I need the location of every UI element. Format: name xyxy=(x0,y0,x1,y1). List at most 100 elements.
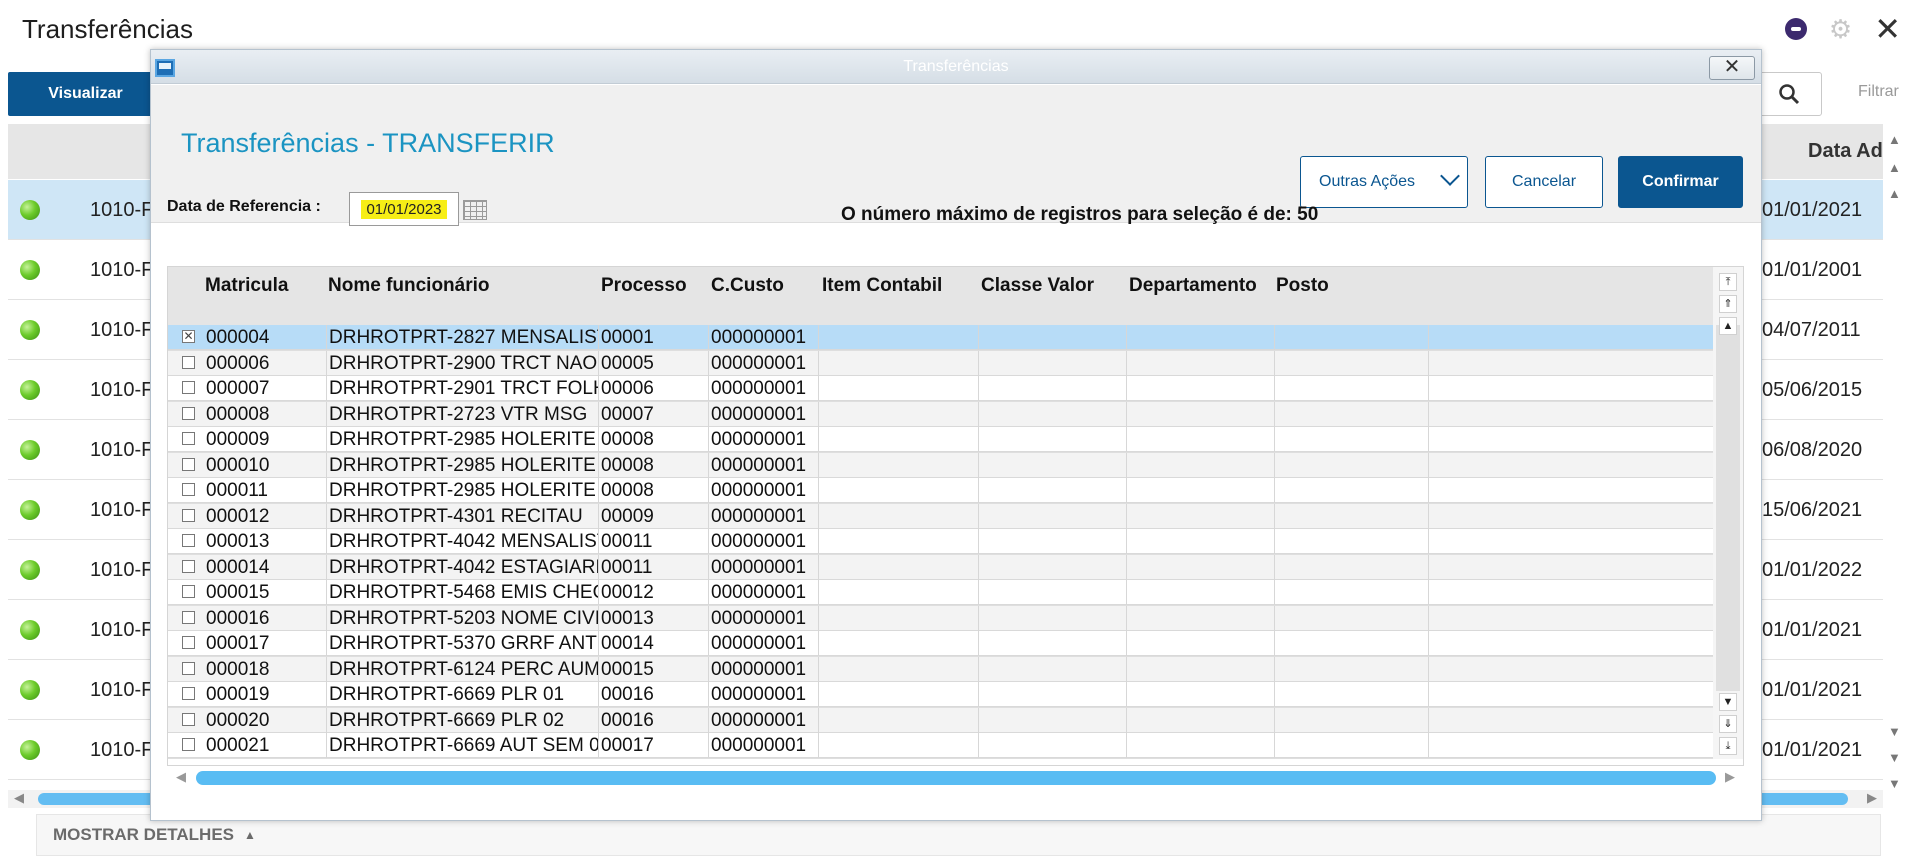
scroll-down-icon[interactable]: ▼ xyxy=(1888,724,1901,739)
grid-horizontal-scrollbar[interactable]: ◀ ▶ xyxy=(168,767,1745,787)
scroll-page-down-icon[interactable]: ▼ xyxy=(1888,750,1901,765)
grid-scroll-left-icon[interactable]: ◀ xyxy=(176,769,186,785)
table-row[interactable]: ✕ 000004 DRHROTPRT-2827 MENSALISTA 00001 000… xyxy=(168,325,1713,350)
user-badge-icon[interactable] xyxy=(1784,18,1807,40)
row-checkbox[interactable] xyxy=(182,432,195,445)
table-row[interactable]: 000006 DRHROTPRT-2900 TRCT NAO EF 00005 000… xyxy=(168,350,1713,376)
table-row[interactable]: 000014 DRHROTPRT-4042 ESTAGIARIO 00011 0000… xyxy=(168,554,1713,580)
grid-scroll-top-icon[interactable]: ⤒ xyxy=(1719,273,1737,291)
table-row[interactable]: 000007 DRHROTPRT-2901 TRCT FOLHA 00006 0000… xyxy=(168,376,1713,401)
cell-processo: 00008 xyxy=(599,452,709,478)
gear-icon[interactable]: ⚙ xyxy=(1829,16,1852,42)
cancel-button[interactable]: Cancelar xyxy=(1485,156,1603,208)
scroll-left-icon[interactable]: ◀ xyxy=(14,790,24,806)
cell-empty xyxy=(979,733,1127,758)
table-row[interactable]: 000018DRHROTPRT-6124 PERC AUM NE00015000… xyxy=(168,656,1713,682)
row-checkbox[interactable] xyxy=(182,559,195,573)
close-icon[interactable]: ✕ xyxy=(1874,13,1901,45)
header-processo[interactable]: Processo xyxy=(601,275,687,297)
table-row[interactable]: 000021 DRHROTPRT-6669 AUT SEM 01 00017 0000… xyxy=(168,733,1713,758)
header-matricula[interactable]: Matricula xyxy=(205,275,288,297)
cell-nome: DRHROTPRT-5468 EMIS CHEQUI xyxy=(329,580,599,605)
reference-date-field[interactable]: 01/01/2023 xyxy=(349,192,459,226)
bg-row-date: 05/06/2015 xyxy=(1762,379,1863,401)
header-item-contabil[interactable]: Item Contabil xyxy=(822,275,942,297)
cell-empty xyxy=(979,631,1127,656)
calendar-icon[interactable] xyxy=(463,200,487,220)
status-green-icon xyxy=(20,560,40,580)
row-checkbox[interactable] xyxy=(182,585,195,598)
row-checkbox[interactable] xyxy=(182,687,195,700)
row-checkbox[interactable] xyxy=(182,508,195,522)
table-row[interactable]: 000016 DRHROTPRT-5203 NOME CIVIL 00013 0000… xyxy=(168,605,1713,631)
cell-empty xyxy=(979,529,1127,554)
scroll-up-icon[interactable]: ▲ xyxy=(1888,132,1901,147)
table-row[interactable]: 000020 DRHROTPRT-6669 PLR 02 00016 00000000… xyxy=(168,707,1713,733)
grid-scroll-up-icon[interactable]: ▲ xyxy=(1719,317,1737,335)
grid-scroll-bottom-icon[interactable]: ⤓ xyxy=(1719,737,1737,755)
row-checkbox[interactable] xyxy=(182,712,195,726)
header-ccusto[interactable]: C.Custo xyxy=(711,275,784,297)
grid-vertical-scrollbar[interactable]: ⤒ ⇑ ▲ ▼ ⇓ ⤓ xyxy=(1713,267,1743,759)
table-row[interactable]: 000008 DRHROTPRT-2723 VTR MSG 00007 0000000… xyxy=(168,401,1713,427)
cell-empty xyxy=(979,478,1127,503)
cell-empty xyxy=(1275,580,1429,605)
scroll-page-up-icon[interactable]: ▲ xyxy=(1888,160,1901,175)
dialog-close-button[interactable]: ✕ xyxy=(1709,56,1755,80)
row-checkbox[interactable] xyxy=(182,661,195,675)
grid-scroll-page-up-icon[interactable]: ⇑ xyxy=(1719,295,1737,313)
row-checkbox[interactable]: ✕ xyxy=(182,330,195,343)
cell-empty xyxy=(1127,733,1275,758)
cell-empty xyxy=(979,427,1127,452)
cell-processo: 00015 xyxy=(599,656,709,682)
scroll-right-icon[interactable]: ▶ xyxy=(1867,790,1877,806)
scroll-top-icon[interactable]: ▲ xyxy=(1888,186,1901,201)
outras-acoes-button[interactable]: Outras Ações xyxy=(1300,156,1468,208)
row-checkbox[interactable] xyxy=(182,406,195,420)
confirm-button[interactable]: Confirmar xyxy=(1618,156,1743,208)
row-checkbox[interactable] xyxy=(182,610,195,624)
row-checkbox[interactable] xyxy=(182,457,195,471)
scroll-bottom-icon[interactable]: ▼ xyxy=(1888,776,1901,791)
grid-scroll-track[interactable] xyxy=(1716,325,1740,691)
table-row[interactable]: 000017 DRHROTPRT-5370 GRRF ANTEC 00014 0000… xyxy=(168,631,1713,656)
visualizar-button[interactable]: Visualizar xyxy=(8,72,163,116)
row-checkbox[interactable] xyxy=(182,355,195,369)
header-posto[interactable]: Posto xyxy=(1276,275,1329,297)
cell-processo: 00011 xyxy=(599,529,709,554)
cell-matricula: 000004 xyxy=(204,325,327,350)
cell-ccusto: 000000001 xyxy=(709,427,819,452)
row-checkbox[interactable] xyxy=(182,534,195,547)
cell-empty xyxy=(1127,350,1275,376)
table-row[interactable]: 000019 DRHROTPRT-6669 PLR 01 00016 00000000… xyxy=(168,682,1713,707)
grid-scroll-right-icon[interactable]: ▶ xyxy=(1725,769,1735,785)
cell-processo: 00008 xyxy=(599,478,709,503)
table-row[interactable]: 000010DRHROTPRT-2985 HOLERITE ITA0000800… xyxy=(168,452,1713,478)
table-row[interactable]: 000009DRHROTPRT-2985 HOLERITE ITA0000800… xyxy=(168,427,1713,452)
row-checkbox[interactable] xyxy=(182,483,195,496)
table-row[interactable]: 000015 DRHROTPRT-5468 EMIS CHEQUI 00012 000… xyxy=(168,580,1713,605)
cell-empty xyxy=(979,503,1127,529)
cell-empty xyxy=(1127,554,1275,580)
grid-scroll-thumb[interactable] xyxy=(196,771,1716,785)
cell-empty xyxy=(1275,376,1429,401)
cell-processo: 00008 xyxy=(599,427,709,452)
cell-nome: DRHROTPRT-4042 ESTAGIARIO xyxy=(329,554,599,580)
header-nome[interactable]: Nome funcionário xyxy=(328,275,490,297)
cell-empty xyxy=(979,325,1127,350)
cell-ccusto: 000000001 xyxy=(709,656,819,682)
table-row[interactable]: 000012 DRHROTPRT-4301 RECITAU 00009 0000000… xyxy=(168,503,1713,529)
grid-scroll-page-down-icon[interactable]: ⇓ xyxy=(1719,715,1737,733)
filter-input[interactable]: Filtrar xyxy=(1858,83,1899,101)
search-button[interactable] xyxy=(1756,72,1822,116)
table-row[interactable]: 000013 DRHROTPRT-4042 MENSALISTA 00011 0000… xyxy=(168,529,1713,554)
cell-empty xyxy=(1275,707,1429,733)
row-checkbox[interactable] xyxy=(182,381,195,394)
row-checkbox[interactable] xyxy=(182,738,195,751)
header-classe-valor[interactable]: Classe Valor xyxy=(981,275,1094,297)
table-row[interactable]: 000011DRHROTPRT-2985 HOLERITE ITA0000800… xyxy=(168,478,1713,503)
grid-scroll-down-icon[interactable]: ▼ xyxy=(1719,693,1737,711)
header-departamento[interactable]: Departamento xyxy=(1129,275,1257,297)
row-checkbox[interactable] xyxy=(182,636,195,649)
bg-vertical-scrollbar[interactable]: ▲ ▲ ▲ ▼ ▼ ▼ xyxy=(1884,124,1908,804)
